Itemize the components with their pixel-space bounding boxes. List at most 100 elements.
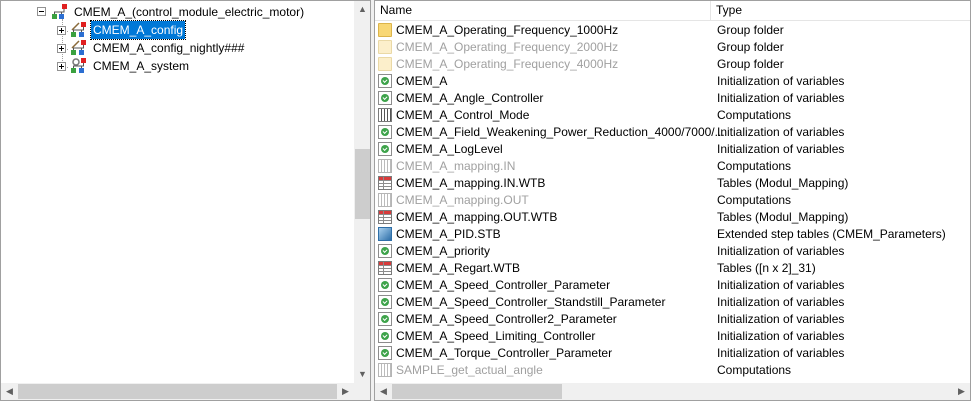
list-horizontal-scrollbar[interactable]: ◀ ▶ xyxy=(375,383,970,400)
tree-node-label: CMEM_A_config_nightly### xyxy=(93,41,245,55)
scroll-up-arrow-icon[interactable]: ▲ xyxy=(354,1,370,18)
scroll-thumb[interactable] xyxy=(355,149,370,219)
collapse-toggle[interactable] xyxy=(37,7,46,16)
scrollbar-corner xyxy=(354,383,370,400)
row-type: Group folder xyxy=(717,40,784,54)
row-type: Initialization of variables xyxy=(717,142,845,156)
init-icon xyxy=(378,142,392,156)
row-name: CMEM_A_Regart.WTB xyxy=(396,261,521,275)
list-row[interactable]: CMEM_A_PID.STB Extended step tables (CMEM… xyxy=(375,226,970,243)
column-header-name[interactable]: Name xyxy=(375,1,711,20)
tree-pane: CMEM_A_(control_module_electric_motor) C… xyxy=(0,0,371,401)
row-type: Initialization of variables xyxy=(717,74,845,88)
list-row[interactable]: CMEM_A_Regart.WTB Tables ([n x 2]_31) xyxy=(375,260,970,277)
row-type: Initialization of variables xyxy=(717,91,845,105)
list-row[interactable]: CMEM_A_Speed_Controller2_Parameter Initia… xyxy=(375,311,970,328)
list-row[interactable]: CMEM_A_Operating_Frequency_4000Hz Group f… xyxy=(375,56,970,73)
computation-icon xyxy=(378,363,392,377)
row-type: Computations xyxy=(717,363,792,377)
init-icon xyxy=(378,125,392,139)
row-name: CMEM_A_PID.STB xyxy=(396,227,501,241)
list-row[interactable]: CMEM_A_LogLevel Initialization of variabl… xyxy=(375,141,970,158)
row-name: CMEM_A_mapping.IN.WTB xyxy=(396,176,546,190)
list-row[interactable]: CMEM_A_mapping.IN.WTB Tables (Modul_Mappi… xyxy=(375,175,970,192)
list-row[interactable]: CMEM_A_Torque_Controller_Parameter Initia… xyxy=(375,345,970,362)
system-icon xyxy=(71,58,89,74)
row-type: Initialization of variables xyxy=(717,125,845,139)
table-icon xyxy=(378,261,392,275)
list-row[interactable]: CMEM_A_Operating_Frequency_1000Hz Group f… xyxy=(375,22,970,39)
row-type: Group folder xyxy=(717,57,784,71)
row-name: CMEM_A_priority xyxy=(396,244,491,258)
folder-icon xyxy=(378,57,392,71)
row-type: Computations xyxy=(717,108,792,122)
list-pane: Name Type CMEM_A_Operating_Frequency_100… xyxy=(374,0,971,401)
tree-node-config[interactable]: CMEM_A_config xyxy=(1,20,361,40)
list-row[interactable]: CMEM_A_Speed_Controller_Parameter Initial… xyxy=(375,277,970,294)
step-table-icon xyxy=(378,227,392,241)
tree-horizontal-scrollbar[interactable]: ◀ ▶ xyxy=(1,383,354,400)
list-row[interactable]: CMEM_A_Control_Mode Computations xyxy=(375,107,970,124)
computation-icon xyxy=(378,108,392,122)
scroll-right-arrow-icon[interactable]: ▶ xyxy=(337,383,354,400)
table-icon xyxy=(378,176,392,190)
tree-node-config-nightly[interactable]: CMEM_A_config_nightly### xyxy=(1,39,361,57)
module-root-icon xyxy=(51,4,69,20)
row-type: Initialization of variables xyxy=(717,346,845,360)
row-type: Tables (Modul_Mapping) xyxy=(717,210,849,224)
init-icon xyxy=(378,329,392,343)
row-name: CMEM_A_Speed_Controller_Parameter xyxy=(396,278,611,292)
row-type: Initialization of variables xyxy=(717,295,845,309)
row-name: CMEM_A_Operating_Frequency_4000Hz xyxy=(396,57,619,71)
row-name: CMEM_A_Field_Weakening_Power_Reduction_4… xyxy=(396,125,725,139)
tree-vertical-scrollbar[interactable]: ▲ ▼ xyxy=(354,1,370,383)
row-name: CMEM_A_mapping.OUT.WTB xyxy=(396,210,558,224)
list-row[interactable]: CMEM_A_Speed_Limiting_Controller Initiali… xyxy=(375,328,970,345)
row-name: SAMPLE_get_actual_angle xyxy=(396,363,543,377)
list-row[interactable]: CMEM_A_Speed_Controller_Standstill_Param… xyxy=(375,294,970,311)
list-row[interactable]: CMEM_A_Angle_Controller Initialization of… xyxy=(375,90,970,107)
row-name: CMEM_A_Operating_Frequency_2000Hz xyxy=(396,40,619,54)
tree-node-label: CMEM_A_config xyxy=(89,20,187,40)
tree-node-root[interactable]: CMEM_A_(control_module_electric_motor) xyxy=(1,3,361,21)
init-icon xyxy=(378,346,392,360)
row-name: CMEM_A xyxy=(396,74,448,88)
list-row[interactable]: CMEM_A_mapping.OUT.WTB Tables (Modul_Mapp… xyxy=(375,209,970,226)
scroll-down-arrow-icon[interactable]: ▼ xyxy=(354,366,370,383)
row-type: Group folder xyxy=(717,23,784,37)
scroll-left-arrow-icon[interactable]: ◀ xyxy=(1,383,18,400)
tree-node-label: CMEM_A_system xyxy=(93,59,190,73)
scroll-thumb[interactable] xyxy=(392,384,562,399)
row-name: CMEM_A_Speed_Limiting_Controller xyxy=(396,329,596,343)
row-name: CMEM_A_Speed_Controller_Standstill_Param… xyxy=(396,295,666,309)
row-name: CMEM_A_mapping.IN xyxy=(396,159,516,173)
list-row[interactable]: CMEM_A Initialization of variables xyxy=(375,73,970,90)
folder-icon xyxy=(378,40,392,54)
column-header-type[interactable]: Type xyxy=(711,1,970,20)
init-icon xyxy=(378,244,392,258)
row-type: Computations xyxy=(717,193,792,207)
scroll-right-arrow-icon[interactable]: ▶ xyxy=(953,383,970,400)
expand-toggle[interactable] xyxy=(57,62,66,71)
row-type: Initialization of variables xyxy=(717,329,845,343)
expand-toggle[interactable] xyxy=(57,26,66,35)
init-icon xyxy=(378,278,392,292)
computation-icon xyxy=(378,159,392,173)
table-icon xyxy=(378,210,392,224)
row-name: CMEM_A_LogLevel xyxy=(396,142,503,156)
list-row[interactable]: CMEM_A_Field_Weakening_Power_Reduction_4… xyxy=(375,124,970,141)
list-row[interactable]: SAMPLE_get_actual_angle Computations xyxy=(375,362,970,379)
list-row[interactable]: CMEM_A_mapping.OUT Computations xyxy=(375,192,970,209)
scroll-thumb[interactable] xyxy=(18,384,337,399)
row-type: Initialization of variables xyxy=(717,312,845,326)
row-name: CMEM_A_Angle_Controller xyxy=(396,91,544,105)
row-name: CMEM_A_Speed_Controller2_Parameter xyxy=(396,312,617,326)
config-icon xyxy=(71,22,89,38)
list-row[interactable]: CMEM_A_mapping.IN Computations xyxy=(375,158,970,175)
expand-toggle[interactable] xyxy=(57,44,66,53)
tree-node-system[interactable]: CMEM_A_system xyxy=(1,57,361,75)
scroll-left-arrow-icon[interactable]: ◀ xyxy=(375,383,392,400)
list-row[interactable]: CMEM_A_priority Initialization of variabl… xyxy=(375,243,970,260)
list-row[interactable]: CMEM_A_Operating_Frequency_2000Hz Group f… xyxy=(375,39,970,56)
init-icon xyxy=(378,312,392,326)
